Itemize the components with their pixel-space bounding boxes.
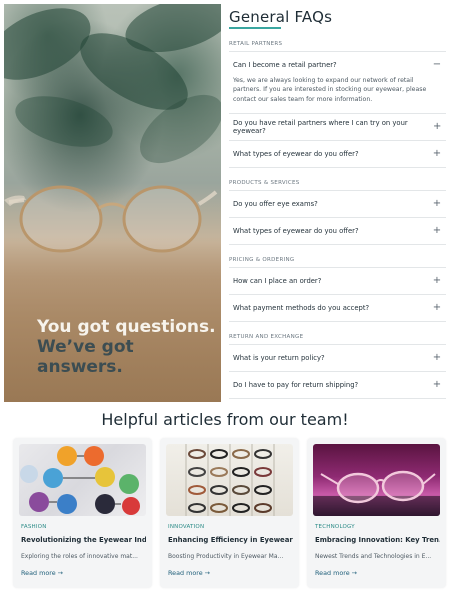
- read-more-link[interactable]: Read more →: [315, 569, 357, 577]
- eyeglasses-illustration: [4, 185, 218, 253]
- faq-question-row[interactable]: Can I become a retail partner? −: [229, 52, 446, 78]
- faq-question-row[interactable]: Do you have retail partners where I can …: [229, 114, 446, 140]
- faq-question: What types of eyewear do you offer?: [233, 227, 359, 236]
- article-description: Exploring the roles of innovative mat...: [21, 553, 138, 560]
- collapse-icon[interactable]: −: [432, 60, 442, 70]
- faq-item: Do you have retail partners where I can …: [229, 114, 446, 142]
- faq-question: Do I have to pay for return shipping?: [233, 381, 359, 390]
- plant-leaf-decor: [9, 86, 119, 157]
- faq-item: What types of eyewear do you offer? +: [229, 218, 446, 246]
- faq-item: What types of eyewear do you offer? +: [229, 141, 446, 169]
- faq-question-row[interactable]: How can I place an order? +: [229, 268, 446, 294]
- article-title[interactable]: Revolutionizing the Eyewear Indu...: [21, 536, 146, 544]
- article-card[interactable]: INNOVATION Enhancing Efficiency in Eyewe…: [160, 438, 299, 588]
- article-card[interactable]: FASHION Revolutionizing the Eyewear Indu…: [13, 438, 152, 588]
- faq-question: What payment methods do you accept?: [233, 304, 370, 313]
- eyewear-display-rack-image: [166, 444, 293, 516]
- article-description: Boosting Productivity in Eyewear Ma...: [168, 553, 284, 560]
- article-description: Newest Trends and Technologies in E...: [315, 553, 432, 560]
- expand-icon[interactable]: +: [432, 303, 442, 313]
- colorful-sunglasses-image-icon: [20, 446, 140, 515]
- faq-item: Can I become a retail partner? − Yes, we…: [229, 51, 446, 115]
- faq-item: What is your return policy? +: [229, 344, 446, 373]
- read-more-link[interactable]: Read more →: [168, 569, 210, 577]
- hero-image: You got questions. We’ve got answers.: [4, 4, 221, 402]
- article-title[interactable]: Enhancing Efficiency in Eyewear ...: [168, 536, 293, 544]
- article-category: FASHION: [21, 524, 47, 530]
- faq-section-label: PRICING & ORDERING: [229, 257, 295, 264]
- glasses-on-purple-image-icon: [313, 470, 440, 516]
- faq-section-retail-partners: Can I become a retail partner? − Yes, we…: [229, 51, 446, 169]
- article-title[interactable]: Embracing Innovation: Key Tren...: [315, 536, 440, 544]
- expand-icon[interactable]: +: [432, 380, 442, 390]
- article-category: INNOVATION: [168, 524, 205, 530]
- faq-item: How can I place an order? +: [229, 267, 446, 296]
- faq-title: General FAQs: [229, 8, 333, 26]
- faq-question: What is your return policy?: [233, 354, 325, 363]
- faq-section-return-exchange: What is your return policy? + Do I have …: [229, 344, 446, 400]
- expand-icon[interactable]: +: [432, 353, 442, 363]
- faq-question-row[interactable]: What types of eyewear do you offer? +: [229, 218, 446, 244]
- expand-icon[interactable]: +: [432, 199, 442, 209]
- faq-question: What types of eyewear do you offer?: [233, 150, 359, 159]
- faq-question: How can I place an order?: [233, 277, 322, 286]
- eyewear-display-rack-image-icon: [185, 444, 275, 516]
- faq-section-label: RETAIL PARTNERS: [229, 41, 283, 47]
- read-more-link[interactable]: Read more →: [21, 569, 63, 577]
- faq-question-row[interactable]: Do I have to pay for return shipping? +: [229, 372, 446, 398]
- hero-headline-line1: You got questions.: [37, 317, 216, 337]
- colorful-sunglasses-image: [19, 444, 146, 516]
- expand-icon[interactable]: +: [432, 149, 442, 159]
- faq-section-label: PRODUCTS & SERVICES: [229, 180, 300, 187]
- glasses-on-purple-image: [313, 444, 440, 516]
- faq-question: Do you offer eye exams?: [233, 200, 318, 209]
- article-cards: FASHION Revolutionizing the Eyewear Indu…: [13, 438, 446, 588]
- faq-title-underline: [229, 27, 281, 29]
- article-card[interactable]: TECHNOLOGY Embracing Innovation: Key Tre…: [307, 438, 446, 588]
- faq-question-row[interactable]: What is your return policy? +: [229, 345, 446, 371]
- article-category: TECHNOLOGY: [315, 524, 355, 530]
- faq-question-row[interactable]: Do you offer eye exams? +: [229, 191, 446, 217]
- faq-section-pricing-ordering: How can I place an order? + What payment…: [229, 267, 446, 323]
- faq-question-row[interactable]: What payment methods do you accept? +: [229, 295, 446, 321]
- faq-item: Do you offer eye exams? +: [229, 190, 446, 219]
- expand-icon[interactable]: +: [432, 276, 442, 286]
- faq-panel: General FAQs RETAIL PARTNERS Can I becom…: [229, 8, 446, 400]
- articles-heading: Helpful articles from our team!: [101, 410, 349, 429]
- expand-icon[interactable]: +: [432, 122, 442, 132]
- expand-icon[interactable]: +: [432, 226, 442, 236]
- hero-headline-line2: We’ve got answers.: [37, 337, 134, 377]
- faq-question-row[interactable]: What types of eyewear do you offer? +: [229, 141, 446, 167]
- faq-question: Do you have retail partners where I can …: [233, 119, 408, 136]
- faq-item: Do I have to pay for return shipping? +: [229, 372, 446, 400]
- faq-section-products-services: Do you offer eye exams? + What types of …: [229, 190, 446, 246]
- hero-headline: You got questions. We’ve got answers.: [37, 317, 217, 377]
- faq-question: Can I become a retail partner?: [233, 61, 337, 69]
- faq-item: What payment methods do you accept? +: [229, 295, 446, 323]
- faq-section-label: RETURN AND EXCHANGE: [229, 334, 304, 341]
- faq-answer: Yes, we are always looking to expand our…: [233, 77, 427, 103]
